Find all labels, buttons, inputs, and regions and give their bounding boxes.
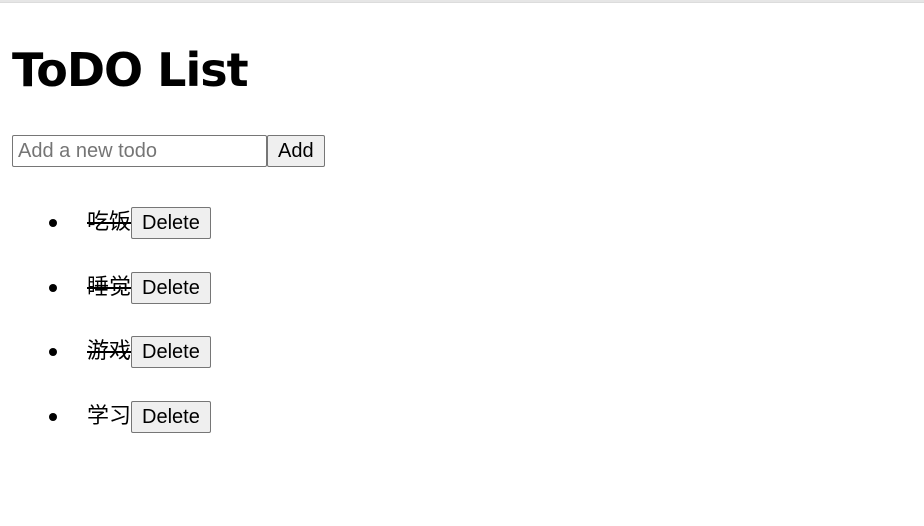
todo-item-2: 游戏 Delete [12, 336, 211, 368]
add-todo-form: Add [12, 135, 325, 167]
add-button[interactable]: Add [267, 135, 325, 167]
todo-item-0: 吃饭 Delete [12, 207, 211, 239]
bullet-icon [49, 412, 57, 421]
todo-text[interactable]: 学习 [87, 401, 131, 433]
todo-item-1: 睡觉 Delete [12, 271, 211, 304]
top-border [0, 0, 924, 3]
delete-button[interactable]: Delete [131, 207, 211, 239]
delete-button[interactable]: Delete [131, 400, 211, 433]
page-title: ToDO List [12, 43, 249, 97]
todo-text[interactable]: 游戏 [87, 336, 131, 368]
new-todo-input[interactable] [12, 135, 267, 167]
todo-text[interactable]: 睡觉 [87, 272, 131, 304]
todo-text[interactable]: 吃饭 [87, 207, 131, 239]
delete-button[interactable]: Delete [131, 271, 211, 304]
todo-list: 吃饭 Delete 睡觉 Delete 游戏 Delete 学习 Delete [12, 207, 211, 465]
bullet-icon [49, 283, 57, 292]
delete-button[interactable]: Delete [131, 336, 211, 368]
bullet-icon [49, 219, 57, 227]
bullet-icon [49, 348, 57, 356]
todo-item-3: 学习 Delete [12, 400, 211, 433]
